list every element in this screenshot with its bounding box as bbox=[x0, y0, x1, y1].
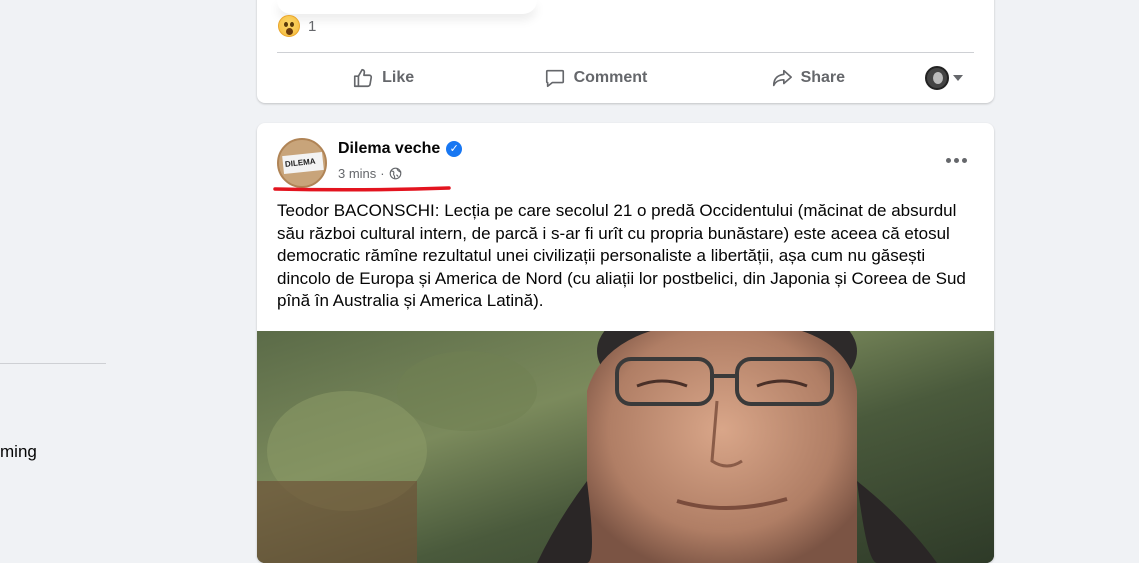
reaction-count[interactable]: 1 bbox=[308, 18, 316, 35]
comment-label: Comment bbox=[573, 69, 648, 86]
user-avatar bbox=[924, 66, 949, 90]
overlay-shadow bbox=[277, 0, 537, 14]
comment-button[interactable]: Comment bbox=[489, 67, 701, 89]
photo-illustration bbox=[257, 331, 994, 563]
like-label: Like bbox=[382, 69, 415, 86]
red-annotation-underline bbox=[273, 186, 451, 192]
sidebar-divider bbox=[0, 363, 106, 364]
dot-icon bbox=[945, 157, 951, 163]
page-avatar[interactable]: DILEMA bbox=[277, 138, 327, 188]
post-card: DILEMA Dilema veche ✓ 3 mins · Teodor BA… bbox=[257, 123, 994, 563]
react-as-selector[interactable] bbox=[914, 66, 974, 90]
more-options-button[interactable] bbox=[938, 148, 974, 172]
post-action-bar: Like Comment Share bbox=[277, 59, 974, 97]
page-name[interactable]: Dilema veche bbox=[338, 140, 440, 158]
post-body-text: Teodor BACONSCHI: Lecția pe care secolul… bbox=[277, 201, 966, 310]
reaction-summary[interactable]: 1 bbox=[278, 15, 316, 37]
share-label: Share bbox=[800, 69, 846, 86]
post-meta: 3 mins · bbox=[338, 166, 402, 181]
chevron-down-icon bbox=[952, 75, 963, 81]
share-icon bbox=[772, 69, 792, 87]
like-button[interactable]: Like bbox=[277, 67, 489, 89]
dot-icon bbox=[953, 157, 959, 163]
page-logo-text: DILEMA bbox=[282, 151, 324, 175]
wow-reaction-icon bbox=[278, 15, 300, 37]
meta-separator: · bbox=[380, 166, 385, 181]
sidebar-item-partial[interactable]: ming bbox=[0, 442, 37, 462]
previous-post-card: 1 Like Comment Share bbox=[257, 0, 994, 103]
page-name-row: Dilema veche ✓ bbox=[338, 140, 463, 158]
dot-icon bbox=[961, 157, 967, 163]
comment-icon bbox=[545, 69, 564, 88]
globe-icon[interactable] bbox=[389, 167, 402, 180]
verified-badge-icon: ✓ bbox=[446, 141, 463, 157]
post-timestamp[interactable]: 3 mins bbox=[338, 166, 376, 181]
left-sidebar: ming bbox=[0, 0, 120, 549]
share-button[interactable]: Share bbox=[702, 67, 914, 89]
post-photo[interactable] bbox=[257, 331, 994, 563]
action-divider bbox=[277, 52, 974, 53]
thumbs-up-icon bbox=[354, 68, 373, 88]
